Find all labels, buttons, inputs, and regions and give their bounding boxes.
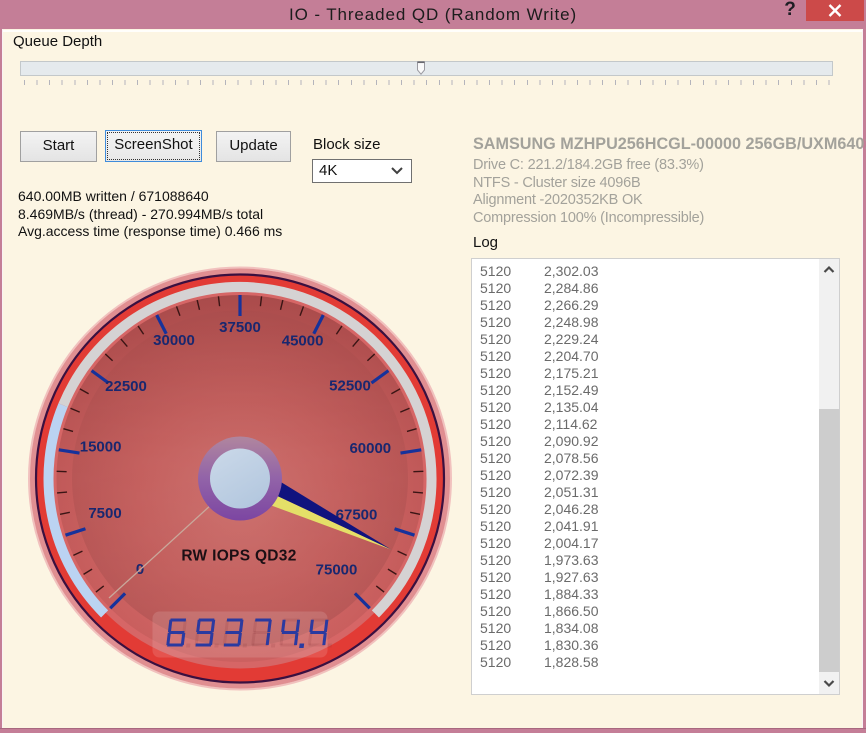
svg-text:22500: 22500 xyxy=(105,378,147,395)
svg-text:45000: 45000 xyxy=(282,333,324,350)
svg-text:75000: 75000 xyxy=(316,562,358,579)
svg-text:52500: 52500 xyxy=(329,377,371,394)
svg-text:60000: 60000 xyxy=(349,440,391,457)
svg-text:RW IOPS QD32: RW IOPS QD32 xyxy=(181,548,296,565)
svg-text:30000: 30000 xyxy=(153,332,195,349)
svg-text:7500: 7500 xyxy=(88,505,121,522)
svg-text:37500: 37500 xyxy=(219,319,261,336)
svg-text:15000: 15000 xyxy=(80,439,122,456)
